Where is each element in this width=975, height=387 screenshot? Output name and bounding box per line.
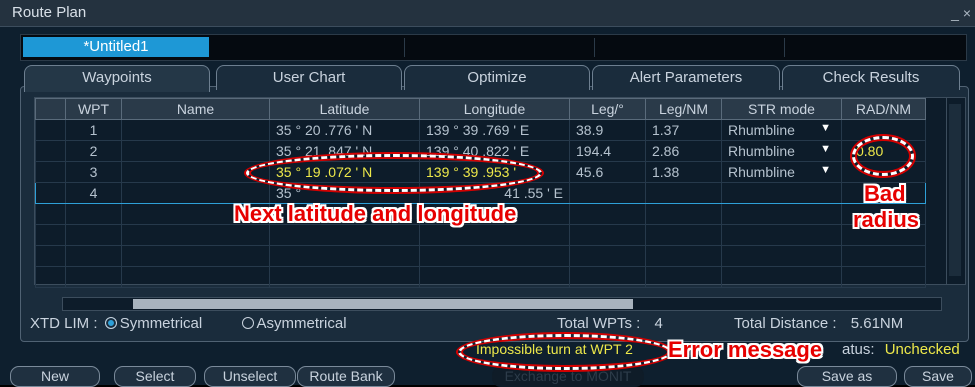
tab-check-results[interactable]: Check Results — [782, 65, 960, 90]
leg-deg-cell: 45.6 — [569, 161, 646, 183]
header-latitude[interactable]: Latitude — [269, 98, 420, 120]
header-str-mode[interactable]: STR mode — [721, 98, 842, 120]
str-mode-cell[interactable]: Rhumbline ▼ — [721, 119, 842, 141]
total-wpts: Total WPTs : 4 — [557, 315, 663, 332]
total-distance: Total Distance : 5.61NM — [734, 315, 903, 332]
leg-nm-cell: 1.37 — [645, 119, 722, 141]
chevron-down-icon[interactable]: ▼ — [820, 122, 831, 134]
vertical-scrollbar[interactable] — [946, 97, 966, 285]
header-select[interactable] — [35, 98, 66, 120]
file-tab-divider — [784, 38, 785, 57]
wpt-cell: 1 — [65, 119, 122, 141]
latitude-cell[interactable]: 35 ° 20 .776 ' N — [269, 119, 420, 141]
wpt-cell: 4 — [65, 182, 122, 204]
file-tab-divider — [594, 38, 595, 57]
total-distance-value: 5.61NM — [850, 315, 904, 332]
annotation-ellipse-latlon — [246, 154, 542, 192]
select-button[interactable]: Select — [114, 366, 196, 387]
str-mode-value: Rhumbline — [728, 143, 795, 159]
file-tab-bar: *Untitled1 — [20, 34, 967, 61]
str-mode-value: Rhumbline — [728, 164, 795, 180]
tab-waypoints[interactable]: Waypoints — [24, 65, 210, 92]
title-bar: Route Plan _ × — [0, 0, 975, 27]
check-status-label: atus: — [842, 341, 875, 358]
new-button[interactable]: New — [10, 366, 100, 387]
leg-nm-cell — [645, 182, 722, 204]
annotation-bad-label: Bad — [864, 181, 906, 206]
xtd-lim-label: XTD LIM : — [30, 315, 98, 332]
check-status: atus: Unchecked — [842, 341, 960, 358]
save-button[interactable]: Save — [904, 366, 972, 387]
leg-deg-cell — [569, 182, 646, 204]
header-leg-deg[interactable]: Leg/° — [569, 98, 646, 120]
chevron-down-icon[interactable]: ▼ — [820, 164, 831, 176]
header-name[interactable]: Name — [121, 98, 270, 120]
annotation-ellipse-error — [458, 334, 672, 370]
window-title: Route Plan — [12, 4, 87, 21]
total-wpts-label: Total WPTs : — [557, 315, 641, 332]
row-select-cell[interactable] — [35, 119, 66, 141]
annotation-error-label: Error message — [668, 337, 823, 362]
table-row-empty[interactable] — [35, 224, 926, 246]
check-status-value: Unchecked — [884, 341, 960, 358]
file-tab-divider — [404, 38, 405, 57]
leg-deg-cell: 38.9 — [569, 119, 646, 141]
table-row[interactable]: 1 35 ° 20 .776 ' N 139 ° 39 .769 ' E 38.… — [35, 119, 926, 141]
radio-symmetrical-label[interactable]: Symmetrical — [120, 315, 203, 332]
xtd-lim-group: XTD LIM : Symmetrical Asymmetrical — [30, 315, 347, 332]
longitude-cell[interactable]: 139 ° 39 .769 ' E — [419, 119, 570, 141]
table-row-empty[interactable] — [35, 245, 926, 267]
header-wpt[interactable]: WPT — [65, 98, 122, 120]
str-mode-cell[interactable]: Rhumbline ▼ — [721, 161, 842, 183]
row-select-cell[interactable] — [35, 140, 66, 162]
tab-optimize[interactable]: Optimize — [404, 65, 590, 90]
table-header-row: WPT Name Latitude Longitude Leg/° Leg/NM… — [35, 98, 926, 120]
leg-nm-cell: 2.86 — [645, 140, 722, 162]
row-select-cell[interactable] — [35, 161, 66, 183]
row-select-cell[interactable] — [35, 182, 66, 204]
waypoint-table-area: WPT Name Latitude Longitude Leg/° Leg/NM… — [34, 97, 948, 288]
vertical-scroll-track[interactable] — [949, 104, 961, 276]
annotation-radius-label: radius — [853, 207, 920, 232]
str-mode-value: Rhumbline — [728, 122, 795, 138]
header-rad-nm[interactable]: RAD/NM — [841, 98, 926, 120]
total-wpts-value: 4 — [654, 315, 663, 332]
name-cell[interactable] — [121, 140, 270, 162]
table-row-empty[interactable] — [35, 266, 926, 288]
tab-user-chart[interactable]: User Chart — [216, 65, 402, 90]
file-tab-untitled[interactable]: *Untitled1 — [23, 37, 209, 57]
radio-symmetrical[interactable] — [104, 317, 117, 329]
horizontal-scrollbar[interactable] — [62, 297, 942, 311]
total-distance-label: Total Distance : — [734, 315, 837, 332]
window-controls[interactable]: _ × — [951, 5, 971, 21]
chevron-down-icon[interactable]: ▼ — [820, 143, 831, 155]
annotation-latlon-label: Next latitude and longitude — [234, 201, 517, 226]
route-plan-window: Route Plan _ × *Untitled1 Waypoints User… — [0, 0, 975, 387]
leg-deg-cell: 194.4 — [569, 140, 646, 162]
annotation-ellipse-radius — [852, 136, 914, 176]
radio-asymmetrical[interactable] — [241, 317, 254, 329]
tab-alert-parameters[interactable]: Alert Parameters — [592, 65, 780, 90]
wpt-cell: 3 — [65, 161, 122, 183]
name-cell[interactable] — [121, 119, 270, 141]
header-longitude[interactable]: Longitude — [419, 98, 570, 120]
route-bank-button[interactable]: Route Bank — [297, 366, 395, 387]
radio-asymmetrical-label[interactable]: Asymmetrical — [257, 315, 347, 332]
str-mode-cell[interactable] — [721, 182, 842, 204]
unselect-button[interactable]: Unselect — [204, 366, 296, 387]
leg-nm-cell: 1.38 — [645, 161, 722, 183]
str-mode-cell[interactable]: Rhumbline ▼ — [721, 140, 842, 162]
waypoint-table: WPT Name Latitude Longitude Leg/° Leg/NM… — [35, 98, 926, 288]
horizontal-scroll-thumb[interactable] — [133, 299, 633, 309]
save-as-button[interactable]: Save as — [797, 366, 897, 387]
header-leg-nm[interactable]: Leg/NM — [645, 98, 722, 120]
wpt-cell: 2 — [65, 140, 122, 162]
